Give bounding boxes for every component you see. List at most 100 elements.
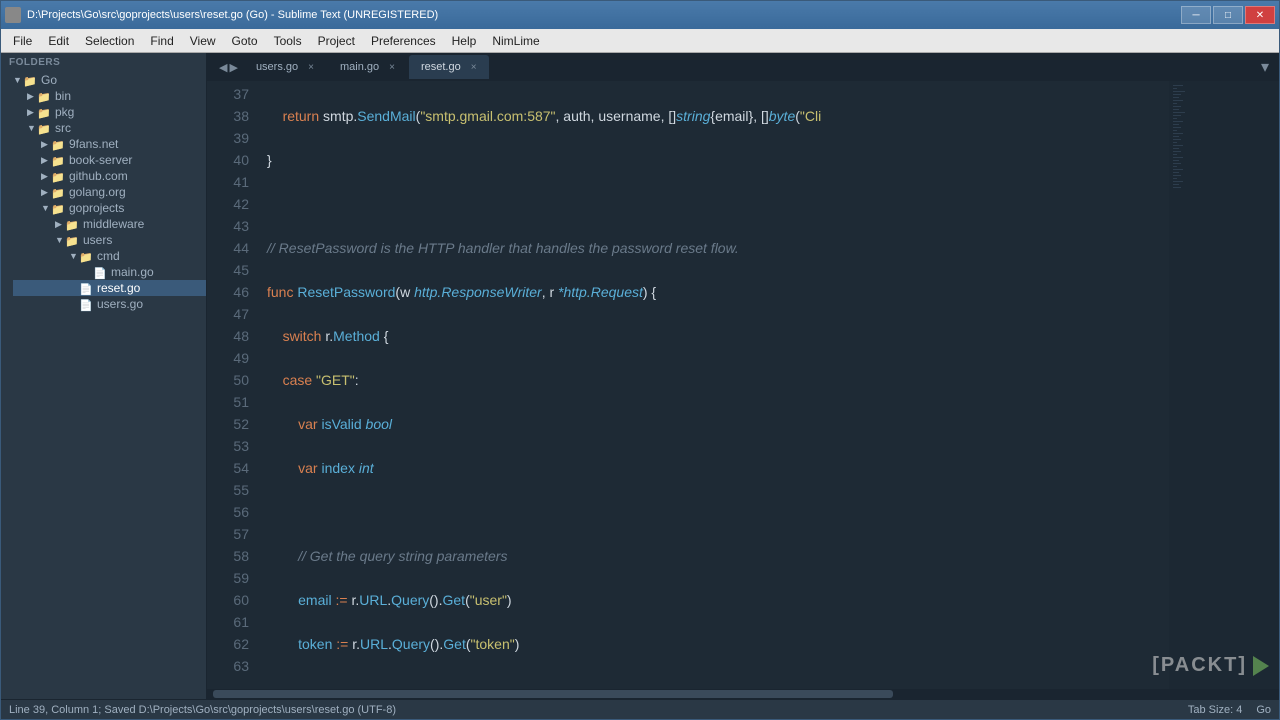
menu-find[interactable]: Find (142, 31, 181, 51)
chevron-down-icon: ▼ (27, 123, 37, 133)
folder-label: middleware (83, 217, 144, 231)
folder-tree: ▼Go ▶bin ▶ pkg ▼ src ▶ 9fans.net ▶book-serv… (1, 72, 206, 312)
folder-icon (65, 234, 79, 246)
menu-nimlime[interactable]: NimLime (484, 31, 547, 51)
menu-preferences[interactable]: Preferences (363, 31, 444, 51)
file-label: main.go (111, 265, 154, 279)
chevron-right-icon: ▶ (27, 107, 37, 118)
folder-label: pkg (55, 105, 74, 119)
status-syntax[interactable]: Go (1256, 704, 1271, 716)
folder-label: goprojects (69, 201, 124, 215)
menu-selection[interactable]: Selection (77, 31, 142, 51)
horizontal-scrollbar[interactable] (207, 689, 1279, 699)
close-icon[interactable]: × (308, 62, 314, 73)
file-resetgo[interactable]: reset.go (13, 280, 206, 296)
close-icon[interactable]: × (471, 62, 477, 73)
folder-icon (51, 186, 65, 198)
file-icon (79, 282, 93, 294)
folder-pkg[interactable]: ▶ pkg (13, 104, 206, 120)
menu-file[interactable]: File (5, 31, 40, 51)
scrollbar-thumb[interactable] (213, 690, 893, 698)
chevron-down-icon: ▼ (55, 235, 65, 245)
window-buttons: ─ □ ✕ (1181, 6, 1275, 24)
packt-logo: [PACKT] (1152, 654, 1269, 677)
folder-icon (65, 218, 79, 230)
chevron-right-icon: ▶ (41, 171, 51, 182)
file-usersgo[interactable]: users.go (13, 296, 206, 312)
folder-icon (37, 122, 51, 134)
file-icon (93, 266, 107, 278)
folder-icon (51, 202, 65, 214)
folder-icon (51, 138, 65, 150)
folder-label: src (55, 121, 71, 135)
chevron-down-icon: ▼ (13, 75, 23, 85)
folder-icon (79, 250, 93, 262)
app-icon (5, 7, 21, 23)
menu-edit[interactable]: Edit (40, 31, 77, 51)
folder-label: golang.org (69, 185, 126, 199)
chevron-right-icon: ▶ (55, 219, 65, 230)
folder-goprojects[interactable]: ▼ goprojects (13, 200, 206, 216)
menu-project[interactable]: Project (310, 31, 363, 51)
folder-label: 9fans.net (69, 137, 118, 151)
folder-icon (51, 154, 65, 166)
logo-text: [PACKT] (1152, 654, 1247, 677)
folder-9fans[interactable]: ▶ 9fans.net (13, 136, 206, 152)
tab-overflow-icon[interactable]: ▾ (1251, 57, 1279, 77)
file-maingo[interactable]: main.go (13, 264, 206, 280)
folder-golang[interactable]: ▶ golang.org (13, 184, 206, 200)
nav-back-icon[interactable]: ◀ (219, 61, 227, 74)
file-label: users.go (97, 297, 143, 311)
folder-icon (37, 106, 51, 118)
menubar: File Edit Selection Find View Goto Tools… (1, 29, 1279, 53)
file-label: reset.go (97, 281, 140, 295)
minimize-button[interactable]: ─ (1181, 6, 1211, 24)
folder-middleware[interactable]: ▶ middleware (13, 216, 206, 232)
chevron-down-icon: ▼ (41, 203, 51, 213)
maximize-button[interactable]: □ (1213, 6, 1243, 24)
file-icon (79, 298, 93, 310)
folder-src[interactable]: ▼ src (13, 120, 206, 136)
close-button[interactable]: ✕ (1245, 6, 1275, 24)
close-icon[interactable]: × (389, 62, 395, 73)
menu-goto[interactable]: Goto (224, 31, 266, 51)
folder-label: users (83, 233, 112, 247)
nav-forward-icon[interactable]: ▶ (229, 61, 237, 74)
folder-icon (23, 74, 37, 86)
chevron-right-icon: ▶ (41, 155, 51, 166)
tab-reset[interactable]: reset.go × (409, 55, 489, 79)
minimap[interactable]: ▬▬▬▬▬▬▬▬▬▬▬▬▬▬▬▬▬▬▬▬▬▬▬▬▬▬▬▬▬▬▬▬▬▬▬▬▬▬▬▬… (1169, 81, 1279, 689)
menu-view[interactable]: View (182, 31, 224, 51)
menu-tools[interactable]: Tools (266, 31, 310, 51)
folder-users[interactable]: ▼ users (13, 232, 206, 248)
sidebar[interactable]: FOLDERS ▼Go ▶bin ▶ pkg ▼ src ▶ 9fans.net ▶b… (1, 53, 207, 699)
folder-label: cmd (97, 249, 120, 263)
tab-label: reset.go (421, 61, 461, 73)
folder-go[interactable]: ▼Go (13, 72, 206, 88)
tab-main[interactable]: main.go × (328, 55, 407, 79)
tab-bar: ◀ ▶ users.go × main.go × reset.go × ▾ (207, 53, 1279, 81)
chevron-down-icon: ▼ (69, 251, 79, 261)
folder-label: github.com (69, 169, 128, 183)
folder-icon (51, 170, 65, 182)
statusbar: Line 39, Column 1; Saved D:\Projects\Go\… (1, 699, 1279, 719)
folder-icon (37, 90, 51, 102)
chevron-right-icon: ▶ (41, 139, 51, 150)
status-tabsize[interactable]: Tab Size: 4 (1188, 704, 1242, 716)
tab-users[interactable]: users.go × (244, 55, 326, 79)
line-gutter[interactable]: 3738394041424344454647484950515253545556… (207, 81, 259, 689)
folders-header: FOLDERS (1, 53, 206, 72)
tab-label: main.go (340, 61, 379, 73)
code-editor[interactable]: return smtp.SendMail("smtp.gmail.com:587… (259, 81, 1279, 689)
chevron-right-icon: ▶ (27, 91, 37, 102)
play-icon (1253, 656, 1269, 676)
tab-label: users.go (256, 61, 298, 73)
folder-cmd[interactable]: ▼ cmd (13, 248, 206, 264)
folder-github[interactable]: ▶ github.com (13, 168, 206, 184)
folder-book[interactable]: ▶book-server (13, 152, 206, 168)
titlebar[interactable]: D:\Projects\Go\src\goprojects\users\rese… (1, 1, 1279, 29)
status-cursor[interactable]: Line 39, Column 1; Saved D:\Projects\Go\… (9, 704, 396, 716)
menu-help[interactable]: Help (444, 31, 485, 51)
folder-bin[interactable]: ▶bin (13, 88, 206, 104)
chevron-right-icon: ▶ (41, 187, 51, 198)
